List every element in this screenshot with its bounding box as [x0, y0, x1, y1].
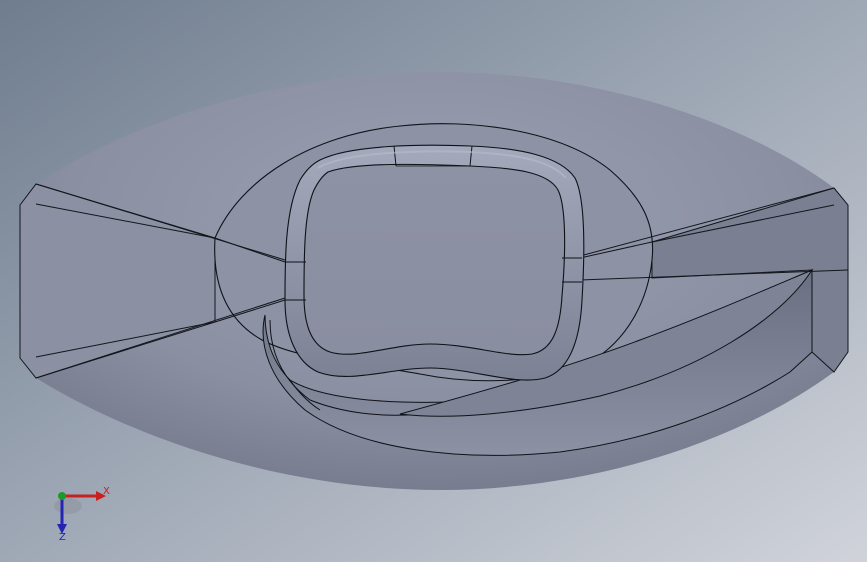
triad-shadow — [54, 498, 82, 514]
button-face — [303, 163, 566, 356]
x-axis-label: X — [103, 486, 110, 497]
y-axis-dot — [58, 492, 66, 500]
orientation-triad: X Z — [54, 486, 110, 543]
graphics-viewport[interactable]: X Z — [0, 0, 867, 562]
z-axis-label: Z — [59, 532, 66, 543]
model-3d-view[interactable] — [0, 0, 867, 562]
